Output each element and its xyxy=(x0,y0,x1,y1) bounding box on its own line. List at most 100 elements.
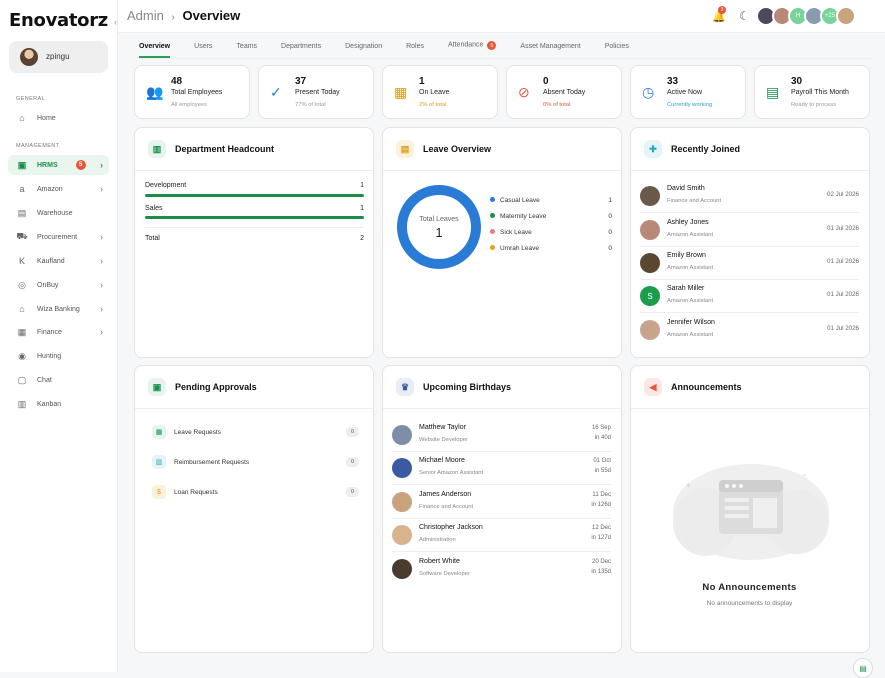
stat-sub: 2% of total xyxy=(419,102,447,108)
sidebar-item-kanban[interactable]: ▥ Kanban xyxy=(8,394,109,414)
amazon-icon: a xyxy=(19,184,25,194)
user-card[interactable]: zpingu xyxy=(9,41,108,73)
department-bar xyxy=(145,216,364,219)
birthday-date: 20 Dec in 135d xyxy=(591,557,611,577)
sidebar-item-procurement[interactable]: ⛟ Procurement › xyxy=(8,227,109,247)
person-name: Matthew Taylor xyxy=(419,424,466,431)
stat-card-payroll[interactable]: ▤ 30 Payroll This Month Ready to process xyxy=(754,65,870,119)
department-count: 1 xyxy=(360,182,364,189)
birthday-day: 01 Oct xyxy=(593,458,611,464)
approval-item-leave[interactable]: ▦ Leave Requests 0 xyxy=(148,422,359,442)
breadcrumb-separator: › xyxy=(171,12,175,23)
list-item[interactable]: Christopher Jackson Administration 12 Dec i… xyxy=(392,519,611,552)
list-item[interactable]: David Smith Finance and Account 02 Jul 202… xyxy=(640,180,859,213)
stat-card-total-employees[interactable]: 👥 48 Total Employees All employees xyxy=(134,65,250,119)
birthday-countdown: in 126d xyxy=(591,502,611,508)
tab-asset-management[interactable]: Asset Management xyxy=(520,37,580,58)
calendar-icon: ▦ xyxy=(394,84,408,100)
notification-bell-icon[interactable]: 🔔 3 xyxy=(712,6,726,23)
breadcrumb-root[interactable]: Admin xyxy=(127,8,164,23)
home-icon: ⌂ xyxy=(19,113,25,123)
svg-text:✦: ✦ xyxy=(685,481,692,490)
list-item[interactable]: Robert White Software Developer 20 Dec in 1… xyxy=(392,553,611,586)
list-item[interactable]: Michael Moore Senior Amazon Assistant 01 O… xyxy=(392,452,611,485)
list-item[interactable]: Jennifer Wilson Amazon Assistant 01 Jul 20… xyxy=(640,314,859,347)
tab-attendance[interactable]: Attendance 5 xyxy=(448,35,497,58)
sidebar-item-home[interactable]: ⌂ Home xyxy=(8,108,109,128)
sidebar-item-hrms[interactable]: ▣ HRMS 5 › xyxy=(8,155,109,175)
avatar xyxy=(836,6,856,26)
tab-label: Attendance xyxy=(448,41,484,49)
sidebar-item-amazon[interactable]: a Amazon › xyxy=(8,179,109,199)
person-name: Ashley Jones xyxy=(667,219,709,226)
stat-card-absent-today[interactable]: ⊘ 0 Absent Today 0% of total xyxy=(506,65,622,119)
support-chat-icon[interactable]: ▤ xyxy=(853,658,873,678)
list-item[interactable]: Matthew Taylor Website Developer 16 Sep in … xyxy=(392,419,611,452)
sidebar-item-onbuy[interactable]: ◎ OnBuy › xyxy=(8,275,109,295)
sidebar-item-label: Kaufland xyxy=(37,257,65,265)
birthday-date: 16 Sep in 40d xyxy=(592,423,611,443)
birthday-day: 12 Dec xyxy=(591,525,611,531)
tab-designation[interactable]: Designation xyxy=(345,37,382,58)
bank-icon: ⌂ xyxy=(19,304,25,314)
chevron-right-icon: › xyxy=(100,160,103,170)
department-row[interactable]: Sales 1 xyxy=(145,205,364,212)
warehouse-icon: ▤ xyxy=(17,207,27,218)
sidebar-item-wiza-banking[interactable]: ⌂ Wiza Banking › xyxy=(8,299,109,319)
collapse-sidebar-icon[interactable]: ‹ xyxy=(114,17,117,27)
stat-label: Absent Today xyxy=(543,89,586,96)
sidebar-item-hunting[interactable]: ◉ Hunting xyxy=(8,346,109,366)
person-role: Amazon Assistant xyxy=(667,332,714,338)
money-icon: $ xyxy=(152,485,166,499)
person-role: Senior Amazon Assistant xyxy=(419,470,484,476)
sidebar-item-chat[interactable]: ▢ Chat xyxy=(8,370,109,390)
stat-card-on-leave[interactable]: ▦ 1 On Leave 2% of total xyxy=(382,65,498,119)
person-name: Michael Moore xyxy=(419,457,465,464)
list-item[interactable]: Ashley Jones Amazon Assistant 01 Jul 2026 xyxy=(640,214,859,247)
svg-text:◦: ◦ xyxy=(685,537,690,546)
payroll-icon: ▤ xyxy=(766,84,780,100)
sidebar-item-label: OnBuy xyxy=(37,281,59,289)
sidebar-item-warehouse[interactable]: ▤ Warehouse xyxy=(8,203,109,223)
department-row[interactable]: Development 1 xyxy=(145,182,364,189)
tab-departments[interactable]: Departments xyxy=(281,37,321,58)
card-header: ▣ Pending Approvals xyxy=(135,366,373,409)
sidebar-item-kaufland[interactable]: K Kaufland › xyxy=(8,251,109,271)
stat-sub: Currently working xyxy=(667,102,713,108)
divider xyxy=(145,227,364,228)
donut-center-label: Total Leaves xyxy=(419,216,459,223)
tab-teams[interactable]: Teams xyxy=(236,37,257,58)
stat-card-present-today[interactable]: ✓ 37 Present Today 77% of total xyxy=(258,65,374,119)
stat-label: Active Now xyxy=(667,89,703,96)
stat-label: Total Employees xyxy=(171,89,223,96)
list-item[interactable]: James Anderson Finance and Account 11 Dec i… xyxy=(392,486,611,519)
list-item[interactable]: Emily Brown Amazon Assistant 01 Jul 2026 xyxy=(640,247,859,280)
legend-dot xyxy=(490,245,495,250)
approval-item-loan[interactable]: $ Loan Requests 0 xyxy=(148,482,359,502)
legend-label: Casual Leave xyxy=(500,197,540,204)
cake-icon: ♛ xyxy=(396,378,414,396)
sidebar-item-label: Home xyxy=(37,114,56,122)
top-bar: Admin › Overview 🔔 3 ☾ H +25 xyxy=(118,0,885,33)
tab-users[interactable]: Users xyxy=(194,37,212,58)
team-avatars[interactable]: H +25 xyxy=(756,6,856,26)
sidebar-item-label: Hunting xyxy=(37,352,62,360)
user-check-icon: ✓ xyxy=(270,84,282,100)
department-name: Sales xyxy=(145,205,163,212)
approval-item-reimbursement[interactable]: ▥ Reimbursement Requests 0 xyxy=(148,452,359,472)
page-title: Overview xyxy=(182,8,241,23)
sidebar-item-label: HRMS xyxy=(37,161,58,169)
stat-card-active-now[interactable]: ◷ 33 Active Now Currently working xyxy=(630,65,746,119)
user-x-icon: ⊘ xyxy=(518,84,530,100)
sidebar-item-finance[interactable]: ▦ Finance › xyxy=(8,322,109,342)
stat-label: On Leave xyxy=(419,89,450,96)
tab-roles[interactable]: Roles xyxy=(406,37,424,58)
building-icon: ▥ xyxy=(148,140,166,158)
chat-icon: ▢ xyxy=(17,374,27,385)
list-item[interactable]: S Sarah Miller Amazon Assistant 01 Jul 2026 xyxy=(640,280,859,313)
tab-overview[interactable]: Overview xyxy=(139,37,171,58)
approval-label: Leave Requests xyxy=(174,428,221,436)
dark-mode-icon[interactable]: ☾ xyxy=(739,9,750,23)
tab-policies[interactable]: Policies xyxy=(605,37,629,58)
person-role: Software Developer xyxy=(419,571,470,577)
